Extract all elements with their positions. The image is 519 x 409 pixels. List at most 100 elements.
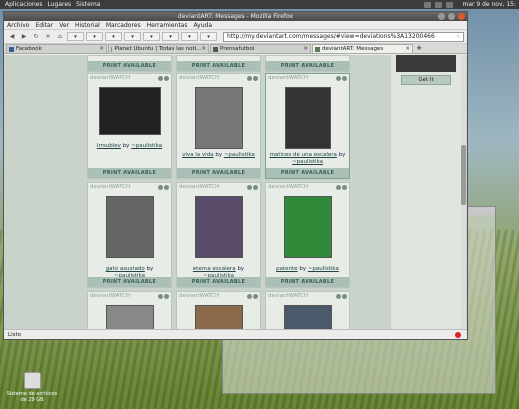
deviation-thumbnail[interactable]: [105, 196, 154, 258]
add-icon[interactable]: [336, 75, 341, 81]
tray-icon[interactable]: [424, 1, 432, 8]
add-icon[interactable]: [247, 75, 252, 81]
deviation-thumbnail[interactable]: [284, 87, 331, 149]
menu-ayuda[interactable]: Ayuda: [193, 22, 212, 29]
deviation-card[interactable]: deviantWATCH matices de una escalera by …: [265, 73, 350, 179]
deviation-thumbnail[interactable]: [194, 196, 243, 258]
menu-herramientas[interactable]: Herramientas: [147, 22, 188, 29]
remove-icon[interactable]: [253, 75, 258, 81]
add-icon[interactable]: [247, 293, 252, 299]
deviation-card[interactable]: deviantWATCH patente by ~paulistika PRIN…: [265, 182, 350, 288]
panel-menu-lugares[interactable]: Lugares: [47, 1, 71, 8]
add-icon[interactable]: [158, 75, 163, 81]
deviation-thumbnail[interactable]: [98, 87, 161, 135]
menu-ver[interactable]: Ver: [59, 22, 69, 29]
print-available-label[interactable]: PRINT AVAILABLE: [88, 61, 171, 71]
deviation-thumbnail[interactable]: [283, 305, 332, 330]
remove-icon[interactable]: [164, 75, 169, 81]
bookmark-button[interactable]: ▾: [86, 32, 103, 41]
deviation-author[interactable]: ~paulistika: [292, 159, 323, 165]
get-it-button[interactable]: Get It: [401, 75, 451, 85]
bookmark-button[interactable]: ▾: [67, 32, 84, 41]
window-titlebar[interactable]: deviantART: Messages - Mozilla Firefox: [4, 12, 467, 21]
menu-marcadores[interactable]: Marcadores: [106, 22, 141, 29]
adblock-icon[interactable]: [455, 331, 461, 338]
remove-icon[interactable]: [342, 184, 347, 190]
desktop-icon-filesystem[interactable]: Sistema de archivos de 29 GB: [2, 372, 62, 403]
remove-icon[interactable]: [342, 293, 347, 299]
remove-icon[interactable]: [164, 293, 169, 299]
deviation-card[interactable]: deviantWATCH: [176, 291, 261, 330]
remove-icon[interactable]: [253, 184, 258, 190]
print-available-label[interactable]: PRINT AVAILABLE: [177, 277, 260, 287]
close-tab-icon[interactable]: ✕: [303, 46, 308, 52]
tab-deviantart[interactable]: deviantART: Messages ✕: [312, 44, 413, 53]
bookmark-star-icon[interactable]: ☆: [456, 33, 461, 40]
deviation-title[interactable]: patente: [276, 266, 297, 272]
remove-icon[interactable]: [253, 293, 258, 299]
print-available-label[interactable]: PRINT AVAILABLE: [266, 61, 349, 71]
deviation-thumbnail[interactable]: [194, 305, 243, 330]
tab-facebook[interactable]: Facebook ✕: [6, 44, 107, 53]
add-icon[interactable]: [247, 184, 252, 190]
panel-menu-sistema[interactable]: Sistema: [76, 1, 100, 8]
print-available-label[interactable]: PRINT AVAILABLE: [177, 61, 260, 71]
deviation-card[interactable]: deviantWATCH viva la vida by ~paulistika…: [176, 73, 261, 179]
close-tab-icon[interactable]: ✕: [99, 46, 104, 52]
stop-icon[interactable]: ✕: [43, 32, 53, 41]
maximize-icon[interactable]: [448, 13, 455, 20]
tab-prensafutbol[interactable]: Prensafutbol ✕: [210, 44, 311, 53]
panel-clock[interactable]: mar 9 de nov, 15:: [462, 1, 516, 8]
deviation-card[interactable]: deviantWATCH eterna escalera by ~paulist…: [176, 182, 261, 288]
close-tab-icon[interactable]: ✕: [201, 46, 206, 52]
minimize-icon[interactable]: [438, 13, 445, 20]
card-partial[interactable]: PRINT AVAILABLE: [87, 55, 172, 72]
print-available-label[interactable]: PRINT AVAILABLE: [88, 168, 171, 178]
deviation-title[interactable]: eterna escalera: [193, 266, 236, 272]
deviation-thumbnail[interactable]: [283, 196, 332, 258]
bookmark-button[interactable]: ▾: [143, 32, 160, 41]
deviation-title[interactable]: viva la vida: [182, 152, 213, 158]
deviation-title[interactable]: Irrsublev: [97, 143, 121, 149]
deviation-card[interactable]: deviantWATCH: [265, 291, 350, 330]
tab-planet-ubuntu[interactable]: Planet Ubuntu | Todas las noti... ✕: [108, 44, 209, 53]
deviation-title[interactable]: gato asustado: [106, 266, 145, 272]
bookmark-button[interactable]: ▾: [200, 32, 217, 41]
deviation-card[interactable]: deviantWATCH Irrsublev by ~paulistika PR…: [87, 73, 172, 179]
reload-icon[interactable]: ↻: [31, 32, 41, 41]
forward-icon[interactable]: ▶: [19, 32, 29, 41]
vertical-scrollbar[interactable]: [461, 55, 466, 330]
deviation-author[interactable]: ~paulistika: [308, 266, 339, 272]
deviation-card[interactable]: deviantWATCH gato asustado by ~paulistik…: [87, 182, 172, 288]
deviation-author[interactable]: ~paulistika: [224, 152, 255, 158]
menu-archivo[interactable]: Archivo: [7, 22, 29, 29]
print-available-label[interactable]: PRINT AVAILABLE: [88, 277, 171, 287]
tray-icon[interactable]: [446, 1, 454, 8]
deviation-thumbnail[interactable]: [105, 305, 154, 330]
bookmark-button[interactable]: ▾: [124, 32, 141, 41]
scrollbar-thumb[interactable]: [461, 145, 466, 205]
menu-historial[interactable]: Historial: [75, 22, 100, 29]
new-tab-icon[interactable]: ✚: [414, 44, 424, 53]
url-bar[interactable]: http://my.deviantart.com/messages/#view=…: [223, 31, 464, 42]
close-tab-icon[interactable]: ✕: [405, 46, 410, 52]
bookmark-button[interactable]: ▾: [181, 32, 198, 41]
bookmark-button[interactable]: ▾: [105, 32, 122, 41]
print-available-label[interactable]: PRINT AVAILABLE: [266, 168, 349, 178]
print-available-label[interactable]: PRINT AVAILABLE: [266, 277, 349, 287]
add-icon[interactable]: [158, 293, 163, 299]
deviation-title[interactable]: matices de una escalera: [270, 152, 337, 158]
bookmark-button[interactable]: ▾: [162, 32, 179, 41]
back-icon[interactable]: ◀: [7, 32, 17, 41]
deviation-author[interactable]: ~paulistika: [131, 143, 162, 149]
add-icon[interactable]: [158, 184, 163, 190]
deviation-thumbnail[interactable]: [194, 87, 243, 149]
home-icon[interactable]: ⌂: [55, 32, 65, 41]
remove-icon[interactable]: [164, 184, 169, 190]
card-partial[interactable]: PRINT AVAILABLE: [265, 55, 350, 72]
deviation-card[interactable]: deviantWATCH: [87, 291, 172, 330]
tray-icon[interactable]: [435, 1, 443, 8]
add-icon[interactable]: [336, 293, 341, 299]
menu-editar[interactable]: Editar: [35, 22, 53, 29]
card-partial[interactable]: PRINT AVAILABLE: [176, 55, 261, 72]
